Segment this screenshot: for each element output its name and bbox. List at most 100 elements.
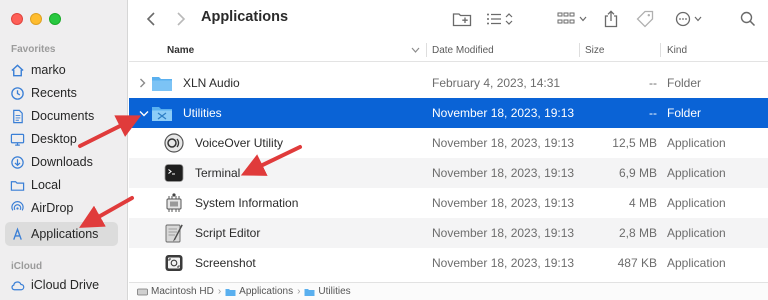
share-icon bbox=[604, 10, 618, 28]
tags-button[interactable] bbox=[635, 9, 655, 29]
sidebar-section-icloud: iCloud bbox=[11, 261, 43, 272]
system-information-icon bbox=[166, 193, 182, 212]
column-header-kind[interactable]: Kind bbox=[667, 38, 687, 62]
toolbar: Applications bbox=[129, 0, 768, 38]
file-kind: Application bbox=[667, 196, 726, 210]
document-icon bbox=[10, 109, 25, 124]
clock-icon bbox=[10, 86, 25, 101]
table-row[interactable]: VoiceOver Utility November 18, 2023, 19:… bbox=[129, 128, 768, 158]
search-icon bbox=[740, 11, 756, 27]
zoom-window-button[interactable] bbox=[49, 13, 61, 25]
group-button[interactable] bbox=[557, 9, 589, 29]
terminal-icon bbox=[164, 164, 184, 182]
column-header-name[interactable]: Name bbox=[167, 38, 194, 62]
column-divider[interactable] bbox=[660, 43, 661, 57]
sidebar-item-desktop[interactable]: Desktop bbox=[5, 127, 118, 151]
share-button[interactable] bbox=[603, 9, 619, 29]
file-kind: Application bbox=[667, 256, 726, 270]
sidebar-item-local[interactable]: Local bbox=[5, 173, 118, 197]
sidebar-section-favorites: Favorites bbox=[11, 44, 56, 55]
file-date: November 18, 2023, 19:13 bbox=[432, 196, 575, 210]
table-row[interactable]: Terminal November 18, 2023, 19:13 6,9 MB… bbox=[129, 158, 768, 188]
sidebar-item-label: Recents bbox=[31, 86, 77, 100]
table-row[interactable]: Script Editor November 18, 2023, 19:13 2… bbox=[129, 218, 768, 248]
sort-chevron-down-icon bbox=[411, 47, 420, 53]
file-size: 6,9 MB bbox=[618, 166, 657, 180]
download-icon bbox=[10, 155, 25, 170]
home-icon bbox=[10, 63, 25, 78]
column-headers: Name Date Modified Size Kind bbox=[129, 38, 768, 62]
file-kind: Application bbox=[667, 136, 726, 150]
minimize-window-button[interactable] bbox=[30, 13, 42, 25]
folder-icon bbox=[225, 288, 236, 296]
file-size: -- bbox=[649, 106, 657, 120]
file-size: -- bbox=[649, 76, 657, 90]
table-row-selected[interactable]: Utilities November 18, 2023, 19:13 -- Fo… bbox=[129, 98, 768, 128]
column-header-date[interactable]: Date Modified bbox=[432, 38, 494, 62]
table-row[interactable]: XLN Audio February 4, 2023, 14:31 -- Fol… bbox=[129, 68, 768, 98]
sidebar-item-label: Local bbox=[31, 178, 61, 192]
script-editor-icon bbox=[165, 224, 183, 243]
sidebar-item-label: marko bbox=[31, 63, 66, 77]
path-item-macintosh-hd[interactable]: Macintosh HD bbox=[137, 286, 214, 297]
folder-icon bbox=[10, 178, 25, 193]
finder-window: Favorites marko Recents Documents Deskto… bbox=[0, 0, 768, 300]
path-item-utilities[interactable]: Utilities bbox=[304, 286, 351, 297]
sidebar-item-documents[interactable]: Documents bbox=[5, 104, 118, 128]
file-name: System Information bbox=[195, 196, 299, 210]
file-name: VoiceOver Utility bbox=[195, 136, 284, 150]
file-name: Screenshot bbox=[195, 256, 256, 270]
airdrop-icon bbox=[10, 200, 25, 216]
forward-button[interactable] bbox=[173, 9, 189, 29]
back-button[interactable] bbox=[143, 9, 159, 29]
folder-icon bbox=[304, 288, 315, 296]
file-size: 487 KB bbox=[617, 256, 657, 270]
more-actions-button[interactable] bbox=[675, 9, 707, 29]
path-item-label: Applications bbox=[239, 286, 294, 297]
tag-icon bbox=[636, 10, 654, 28]
column-header-size[interactable]: Size bbox=[585, 38, 604, 62]
column-divider[interactable] bbox=[426, 43, 427, 57]
list-view-icon bbox=[487, 13, 513, 25]
sidebar-item-label: Desktop bbox=[31, 132, 77, 146]
sidebar-item-label: iCloud Drive bbox=[31, 278, 100, 292]
screenshot-icon bbox=[165, 255, 183, 271]
sidebar-item-downloads[interactable]: Downloads bbox=[5, 150, 118, 174]
hard-drive-icon bbox=[137, 288, 148, 295]
view-options-button[interactable] bbox=[485, 9, 519, 29]
path-item-label: Macintosh HD bbox=[151, 286, 214, 297]
file-size: 2,8 MB bbox=[618, 226, 657, 240]
file-date: November 18, 2023, 19:13 bbox=[432, 136, 575, 150]
sidebar-item-label: Applications bbox=[31, 227, 99, 241]
desktop-icon bbox=[10, 132, 25, 147]
sidebar-item-marko[interactable]: marko bbox=[5, 58, 118, 82]
new-folder-icon bbox=[452, 13, 472, 27]
close-window-button[interactable] bbox=[11, 13, 23, 25]
disclosure-chevron-right-icon[interactable] bbox=[139, 68, 146, 98]
new-folder-button[interactable] bbox=[451, 9, 473, 29]
file-name: Script Editor bbox=[195, 226, 261, 240]
chevron-left-icon bbox=[146, 12, 155, 26]
utilities-folder-icon bbox=[152, 107, 172, 121]
file-browser: Applications Name Date Modified Size Kin… bbox=[129, 0, 768, 300]
file-date: November 18, 2023, 19:13 bbox=[432, 106, 575, 120]
sidebar-item-label: Documents bbox=[31, 109, 95, 123]
voiceover-icon bbox=[164, 133, 184, 153]
grid-group-icon bbox=[557, 12, 587, 24]
table-row[interactable]: Screenshot November 18, 2023, 19:13 487 … bbox=[129, 248, 768, 278]
sidebar-item-recents[interactable]: Recents bbox=[5, 81, 118, 105]
path-separator-icon: › bbox=[217, 286, 222, 297]
file-size: 12,5 MB bbox=[612, 136, 657, 150]
sidebar-item-applications[interactable]: Applications bbox=[5, 222, 118, 246]
file-name: Utilities bbox=[183, 106, 222, 120]
sidebar-item-airdrop[interactable]: AirDrop bbox=[5, 196, 118, 220]
disclosure-chevron-down-icon[interactable] bbox=[139, 98, 149, 128]
search-button[interactable] bbox=[739, 9, 757, 29]
column-divider[interactable] bbox=[579, 43, 580, 57]
file-kind: Application bbox=[667, 166, 726, 180]
sidebar-item-icloud-drive[interactable]: iCloud Drive bbox=[5, 273, 118, 297]
path-bar: Macintosh HD › Applications › Utilities bbox=[129, 282, 768, 300]
path-item-applications[interactable]: Applications bbox=[225, 286, 293, 297]
window-title: Applications bbox=[201, 9, 289, 25]
table-row[interactable]: System Information November 18, 2023, 19… bbox=[129, 188, 768, 218]
